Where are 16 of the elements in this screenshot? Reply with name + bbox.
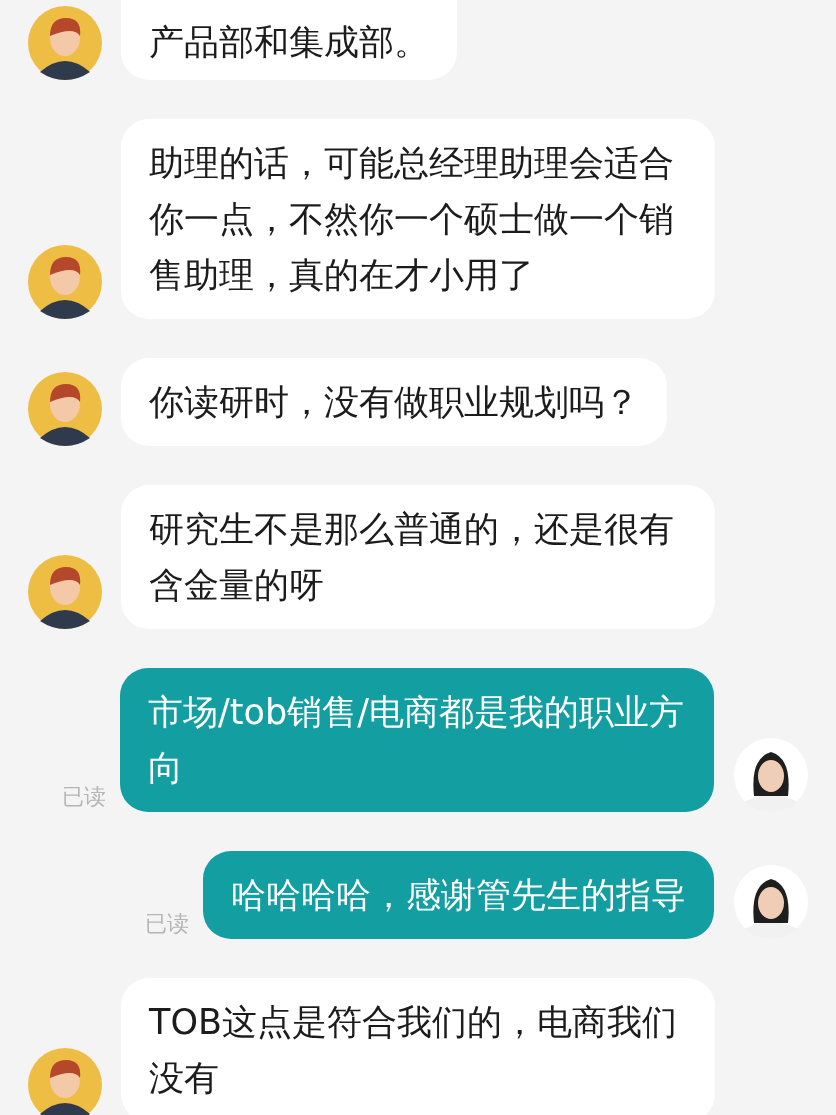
- avatar[interactable]: [734, 738, 808, 812]
- avatar[interactable]: [28, 372, 102, 446]
- avatar[interactable]: [28, 245, 102, 319]
- avatar[interactable]: [734, 865, 808, 939]
- message-bubble: 哈哈哈哈，感谢管先生的指导: [203, 851, 714, 939]
- avatar[interactable]: [28, 555, 102, 629]
- message-bubble: 助理的话，可能总经理助理会适合你一点，不然你一个硕士做一个销售助理，真的在才小用了: [121, 119, 715, 319]
- avatar[interactable]: [28, 1048, 102, 1115]
- message-bubble: 研究生不是那么普通的，还是很有含金量的呀: [121, 485, 715, 629]
- read-receipt: 已读: [62, 783, 106, 811]
- read-receipt: 已读: [145, 910, 189, 938]
- message-bubble: 你读研时，没有做职业规划吗？: [121, 358, 667, 446]
- avatar[interactable]: [28, 6, 102, 80]
- message-bubble: 产品部和集成部。: [121, 0, 457, 80]
- message-bubble: TOB这点是符合我们的，电商我们没有: [121, 978, 715, 1115]
- message-bubble: 市场/tob销售/电商都是我的职业方向: [120, 668, 714, 812]
